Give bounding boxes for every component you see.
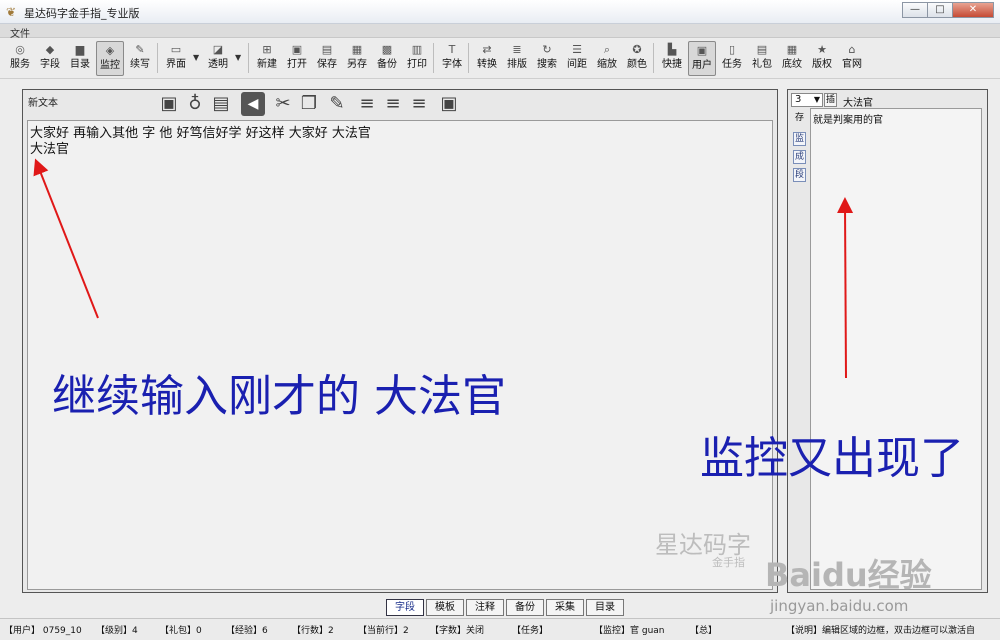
baidu-watermark-url: jingyan.baidu.com — [770, 597, 909, 615]
red-arrow-right — [837, 197, 854, 379]
annotation-right: 监控又出现了 — [700, 433, 964, 484]
red-arrow-left — [33, 158, 99, 319]
annotation-left: 继续输入刚才的 大法官 — [52, 371, 506, 422]
watermark-sub: 金手指 — [712, 556, 745, 569]
annotation-arrows — [33, 158, 854, 379]
baidu-watermark-logo: Baidu经验 — [765, 556, 932, 594]
